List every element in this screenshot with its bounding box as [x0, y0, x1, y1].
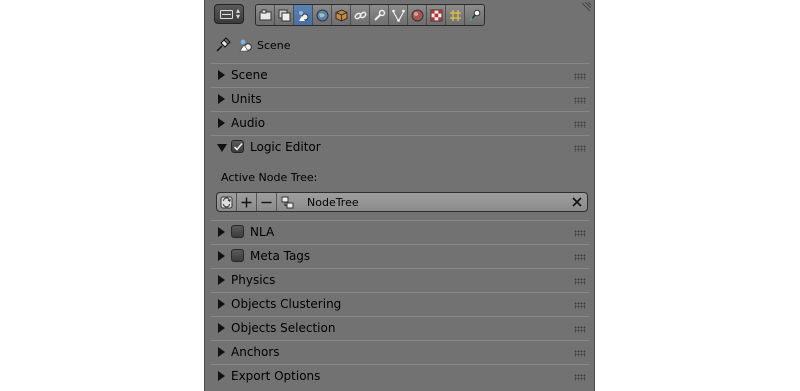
context-path: Scene [205, 30, 594, 60]
nla-checkbox[interactable] [231, 225, 244, 238]
vertex-icon [391, 9, 405, 22]
logic-editor-checkbox[interactable] [231, 140, 244, 153]
node-tree-icon [281, 196, 293, 208]
cube-icon [335, 8, 347, 22]
scene-icon [298, 10, 308, 21]
data-tab[interactable] [389, 5, 408, 25]
drag-handle-icon[interactable] [574, 145, 586, 152]
physics-tab[interactable] [465, 5, 484, 25]
panel-units[interactable]: Units [211, 87, 590, 111]
drag-handle-icon[interactable] [574, 230, 586, 237]
scene-tab[interactable] [294, 5, 313, 25]
panel-title: Logic Editor [250, 140, 321, 154]
close-icon[interactable] [570, 195, 584, 209]
drag-handle-icon[interactable] [574, 97, 586, 104]
properties-editor-icon [220, 10, 233, 19]
meta-tags-checkbox[interactable] [231, 249, 244, 262]
editor-type-button[interactable]: ▴ ▾ [214, 4, 244, 24]
collapse-arrow-icon [218, 347, 225, 357]
expand-arrow-icon [217, 144, 227, 152]
new-node-tree-button[interactable] [237, 193, 257, 211]
browse-node-tree-button[interactable] [217, 193, 237, 211]
panel-title: Anchors [231, 345, 280, 359]
panel-title: Physics [231, 273, 276, 287]
world-tab[interactable] [313, 5, 332, 25]
minus-icon [261, 201, 272, 203]
panel-title: NLA [250, 225, 275, 239]
refresh-icon [220, 196, 233, 208]
scene-icon [239, 39, 252, 52]
wrench-icon [373, 9, 385, 21]
drag-handle-icon[interactable] [574, 278, 586, 285]
panel-title: Export Options [231, 369, 321, 383]
remove-node-tree-button[interactable] [257, 193, 277, 211]
panel-objects-clustering[interactable]: Objects Clustering [211, 292, 590, 316]
panel-logic-editor[interactable]: Logic Editor [211, 135, 590, 159]
drag-handle-icon[interactable] [574, 350, 586, 357]
collapse-arrow-icon [218, 70, 225, 80]
context-tabs [255, 4, 485, 26]
collapse-arrow-icon [218, 299, 225, 309]
active-node-tree-label: Active Node Tree: [221, 171, 318, 184]
panel-anchors[interactable]: Anchors [211, 340, 590, 364]
drag-handle-icon[interactable] [574, 121, 586, 128]
context-scene-label: Scene [257, 39, 291, 52]
object-tab[interactable] [332, 5, 351, 25]
checker-icon [430, 9, 442, 21]
constraints-tab[interactable] [351, 5, 370, 25]
collapse-arrow-icon [218, 275, 225, 285]
texture-tab[interactable] [427, 5, 446, 25]
camera-icon [259, 9, 271, 20]
material-tab[interactable] [408, 5, 427, 25]
collapse-arrow-icon [218, 94, 225, 104]
collapse-arrow-icon [218, 371, 225, 381]
render-layers-tab[interactable] [275, 5, 294, 25]
modifiers-tab[interactable] [370, 5, 389, 25]
panel-meta-tags[interactable]: Meta Tags [211, 244, 590, 268]
panel-audio[interactable]: Audio [211, 111, 590, 135]
panel-title: Objects Clustering [231, 297, 342, 311]
properties-header: ▴ ▾ [205, 0, 594, 28]
panel-title: Scene [231, 68, 268, 82]
panel-title: Units [231, 92, 262, 106]
properties-panel: ▴ ▾ Scene Scene Units Audio Logic Editor… [204, 0, 595, 391]
collapse-arrow-icon [218, 118, 225, 128]
drag-handle-icon[interactable] [574, 302, 586, 309]
particles-icon [449, 9, 461, 21]
node-tree-selector: NodeTree [216, 192, 588, 212]
panel-title: Objects Selection [231, 321, 336, 335]
world-icon [316, 9, 328, 21]
panel-title: Meta Tags [250, 249, 311, 263]
chain-icon [353, 11, 367, 19]
particles-tab[interactable] [446, 5, 465, 25]
panel-export-options[interactable]: Export Options [211, 364, 590, 388]
panel-physics[interactable]: Physics [211, 268, 590, 292]
chevron-up-down-icon: ▴ ▾ [235, 6, 240, 21]
drag-handle-icon[interactable] [574, 374, 586, 381]
corner-resize-icon[interactable] [582, 2, 591, 11]
render-tab[interactable] [256, 5, 275, 25]
physics-icon [469, 9, 481, 22]
collapse-arrow-icon [218, 227, 225, 237]
collapse-arrow-icon [218, 323, 225, 333]
panel-scene[interactable]: Scene [211, 63, 590, 87]
panel-objects-selection[interactable]: Objects Selection [211, 316, 590, 340]
drag-handle-icon[interactable] [574, 73, 586, 80]
pin-icon[interactable] [215, 37, 231, 53]
layers-icon [278, 9, 290, 21]
plus-icon [241, 197, 252, 207]
material-sphere-icon [411, 9, 423, 21]
panel-nla[interactable]: NLA [211, 220, 590, 244]
node-tree-type-icon-box [277, 193, 297, 211]
checkmark-icon [233, 142, 243, 151]
collapse-arrow-icon [218, 251, 225, 261]
node-tree-name[interactable]: NodeTree [307, 196, 359, 209]
drag-handle-icon[interactable] [574, 254, 586, 261]
drag-handle-icon[interactable] [574, 326, 586, 333]
panel-title: Audio [231, 116, 266, 130]
